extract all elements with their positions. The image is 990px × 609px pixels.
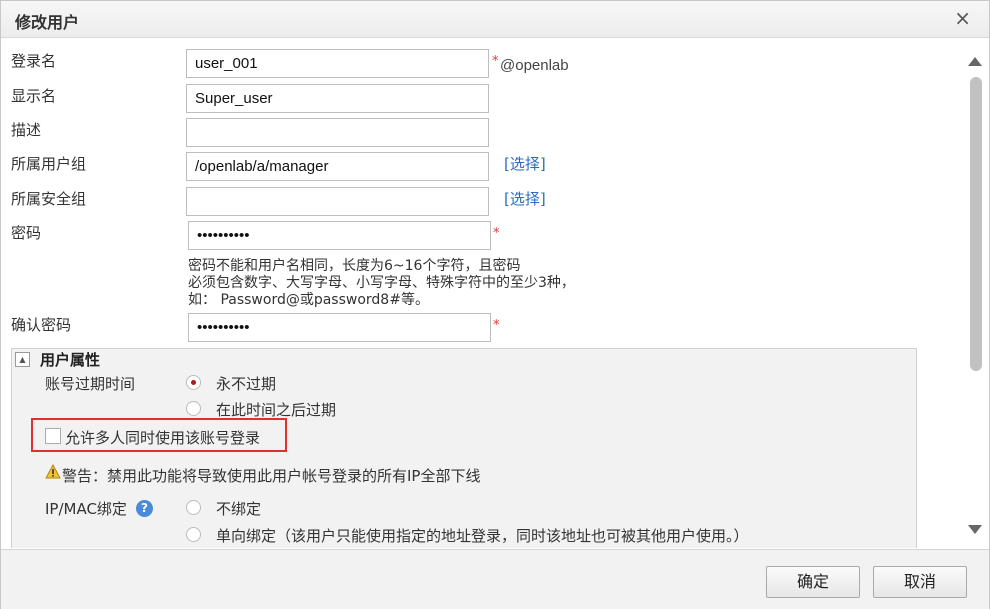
scroll-down-icon[interactable] [968,525,982,534]
ip-mac-binding-label: IP/MAC绑定 [45,500,127,518]
required-mark: * [493,226,500,241]
expiry-after-date-radio[interactable] [186,401,201,416]
login-name-label: 登录名 [11,52,57,70]
expiry-never-label: 永不过期 [216,375,277,393]
collapse-toggle-icon[interactable]: ▲ [15,352,30,367]
no-binding-label: 不绑定 [216,500,262,518]
password-hint-line: 密码不能和用户名相同，长度为6~16个字符，且密码 [188,258,521,274]
select-user-group-link[interactable]: [选择] [504,153,546,174]
scroll-up-icon[interactable] [968,57,982,66]
multi-login-checkbox[interactable] [45,428,61,444]
password-input[interactable]: •••••••••• [188,221,491,250]
help-icon[interactable]: ? [136,500,153,517]
display-name-label: 显示名 [11,87,57,105]
description-label: 描述 [11,121,42,139]
confirm-password-input[interactable]: •••••••••• [188,313,491,342]
required-mark: * [492,54,499,69]
security-group-input[interactable] [186,187,489,216]
warning-icon [45,464,61,479]
confirm-password-label: 确认密码 [11,316,72,334]
warning-text: 警告：禁用此功能将导致使用此用户帐号登录的所有IP全部下线 [62,467,481,485]
vertical-scrollbar[interactable] [965,41,987,546]
user-group-input[interactable]: /openlab/a/manager [186,152,489,181]
login-name-input[interactable]: user_001 [186,49,489,78]
dialog-content: 登录名 user_001 * @openlab 显示名 Super_user 描… [1,38,961,548]
required-mark: * [493,318,500,333]
cancel-button[interactable]: 取消 [873,566,967,598]
scrollbar-thumb[interactable] [970,77,982,371]
password-label: 密码 [11,224,42,242]
multi-login-label: 允许多人同时使用该账号登录 [65,429,261,447]
dialog-titlebar[interactable]: 修改用户 × [1,1,989,38]
edit-user-dialog: 修改用户 × 登录名 user_001 * @openlab 显示名 Super… [0,0,990,609]
user-attributes-panel: ▲ 用户属性 账号过期时间 永不过期 在此时间之后过期 允许多人同时使用该账号登… [11,348,917,548]
select-security-group-link[interactable]: [选择] [504,188,546,209]
password-hint: 密码不能和用户名相同，长度为6~16个字符，且密码 必须包含数字、大写字母、小写… [188,258,575,309]
login-name-domain-suffix: @openlab [500,57,569,74]
no-binding-radio[interactable] [186,500,201,515]
one-way-binding-radio[interactable] [186,527,201,542]
account-expiry-label: 账号过期时间 [45,375,136,393]
password-hint-line: 必须包含数字、大写字母、小写字母、特殊字符中的至少3种， [188,275,575,291]
expiry-never-radio[interactable] [186,375,201,390]
security-group-label: 所属安全组 [11,190,87,208]
password-hint-line: 如： Password@或password8#等。 [188,292,429,308]
dialog-footer: 确定 取消 [1,549,989,609]
user-group-label: 所属用户组 [11,155,87,173]
close-icon[interactable]: × [954,6,971,30]
dialog-title: 修改用户 [15,13,80,32]
display-name-input[interactable]: Super_user [186,84,489,113]
description-input[interactable] [186,118,489,147]
confirm-button[interactable]: 确定 [766,566,860,598]
user-attributes-title: 用户属性 [40,351,101,369]
expiry-after-date-label: 在此时间之后过期 [216,401,337,419]
one-way-binding-label: 单向绑定（该用户只能使用指定的地址登录，同时该地址也可被其他用户使用。） [216,527,749,545]
